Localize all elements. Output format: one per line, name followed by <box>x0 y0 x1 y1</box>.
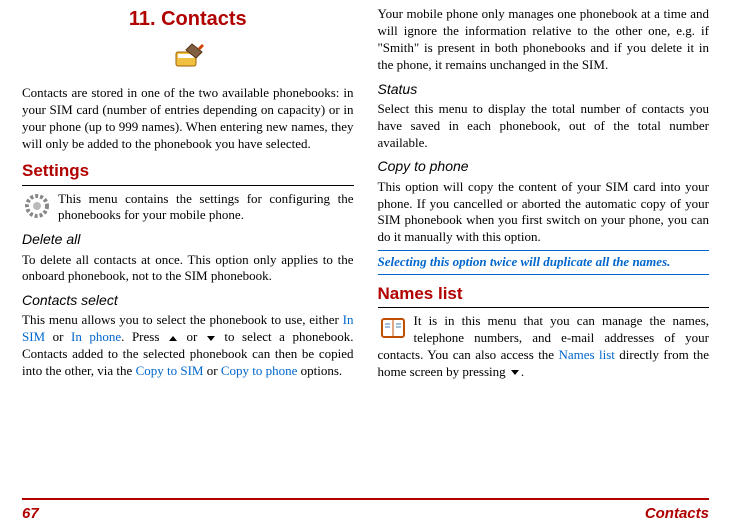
contacts-select-heading: Contacts select <box>22 291 354 309</box>
settings-desc: This menu contains the settings for conf… <box>58 191 354 225</box>
right-column: Your mobile phone only manages one phone… <box>378 6 710 383</box>
status-text: Select this menu to display the total nu… <box>378 101 710 152</box>
section-name: Contacts <box>645 504 709 524</box>
copy-to-phone-text: This option will copy the content of you… <box>378 179 710 247</box>
names-list-text: It is in this menu that you can manage t… <box>378 313 710 381</box>
status-heading: Status <box>378 80 710 98</box>
chapter-title: 11. Contacts <box>22 6 354 32</box>
book-icon <box>378 313 408 343</box>
copy-to-phone-label: Copy to phone <box>221 363 298 378</box>
delete-all-heading: Delete all <box>22 230 354 248</box>
warning-note: Selecting this option twice will duplica… <box>378 250 710 275</box>
delete-all-text: To delete all contacts at once. This opt… <box>22 252 354 286</box>
settings-heading: Settings <box>22 160 354 185</box>
contacts-icon <box>22 40 354 75</box>
left-column: 11. Contacts Contacts are stored in one … <box>22 6 354 383</box>
names-list-heading: Names list <box>378 283 710 308</box>
arrow-down-icon <box>511 370 519 375</box>
arrow-down-icon <box>207 336 215 341</box>
intro-text: Contacts are stored in one of the two av… <box>22 85 354 153</box>
settings-block: This menu contains the settings for conf… <box>22 191 354 225</box>
copy-to-phone-heading: Copy to phone <box>378 157 710 175</box>
in-phone-label: In phone <box>71 329 121 344</box>
arrow-up-icon <box>169 336 177 341</box>
names-list-link: Names list <box>558 347 614 362</box>
gear-icon <box>22 191 52 221</box>
page-footer: 67 Contacts <box>22 498 709 524</box>
copy-to-sim-label: Copy to SIM <box>136 363 204 378</box>
top-right-text: Your mobile phone only manages one phone… <box>378 6 710 74</box>
page-number: 67 <box>22 504 39 524</box>
contacts-select-text: This menu allows you to select the phone… <box>22 312 354 380</box>
